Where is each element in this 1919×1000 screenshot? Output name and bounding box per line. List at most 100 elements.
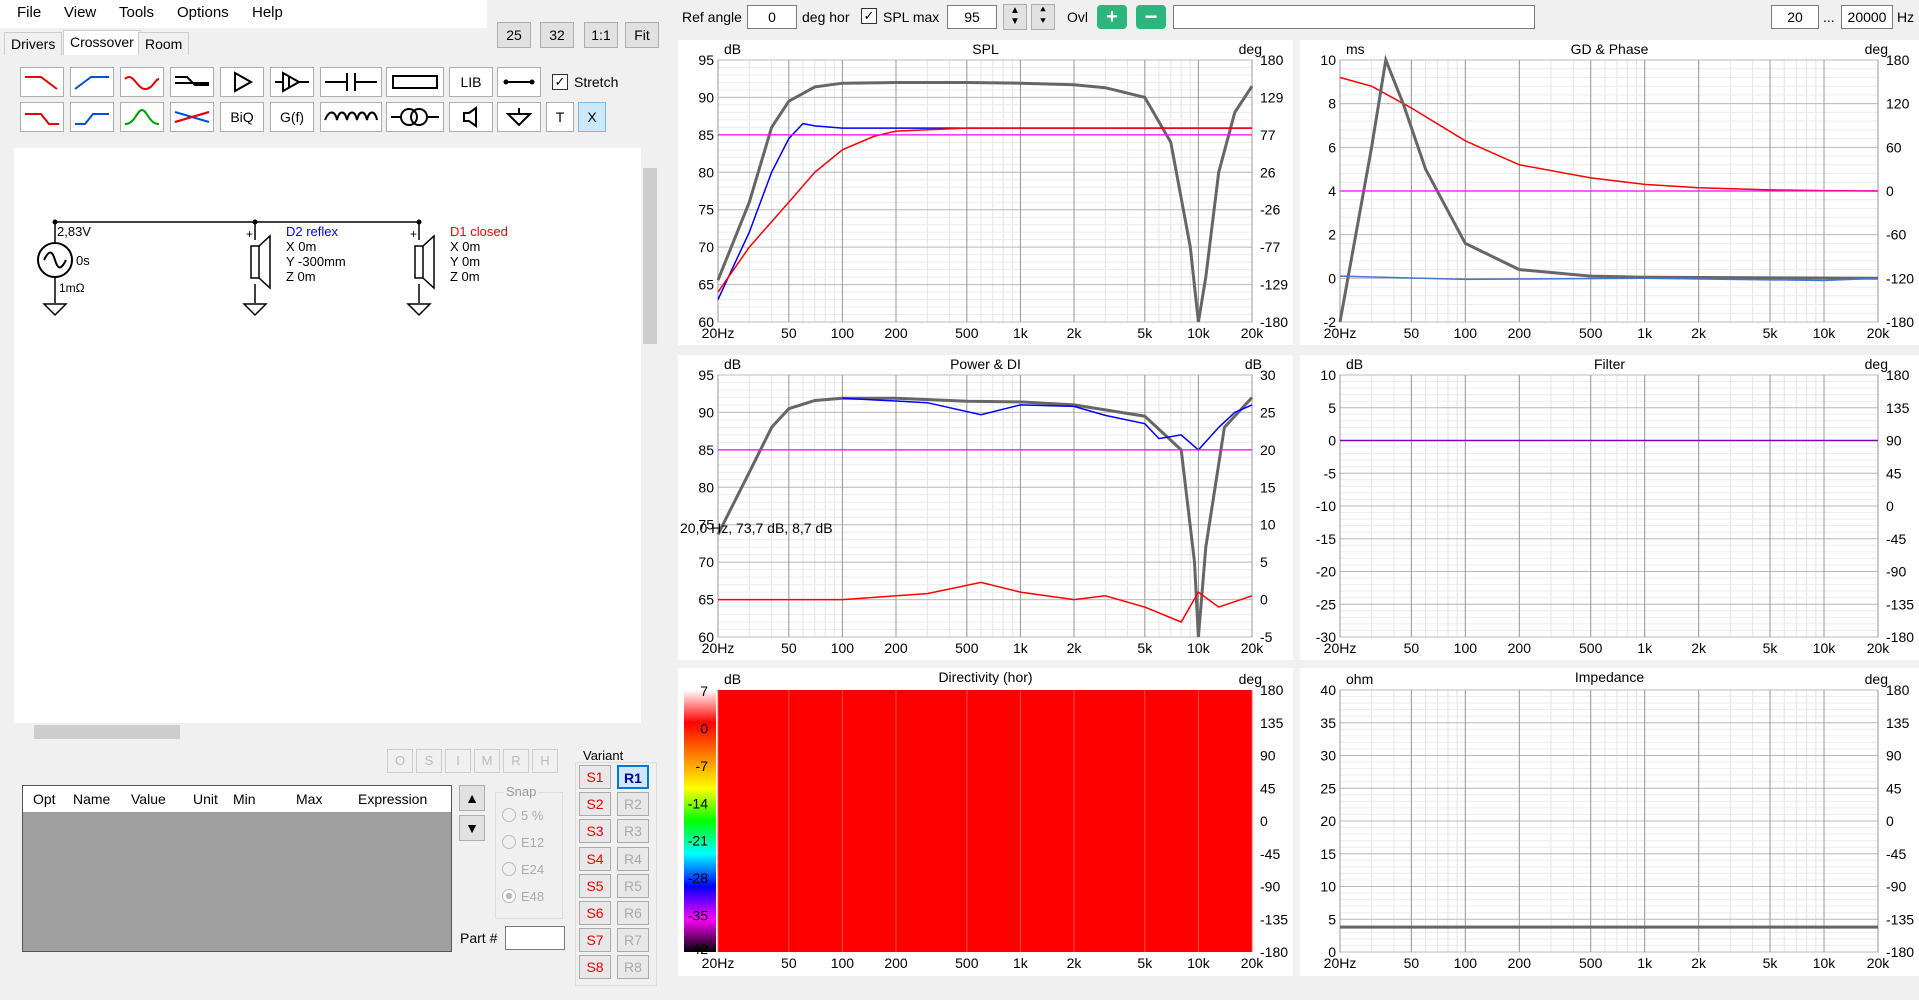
tab-crossover[interactable]: Crossover: [63, 30, 141, 55]
variant-r8[interactable]: R8: [617, 955, 649, 979]
spl-stepper-icon[interactable]: ▲ ▼: [1003, 4, 1027, 30]
variant-s6[interactable]: S6: [579, 901, 611, 925]
spl-max-checkbox[interactable]: ✓: [861, 8, 877, 24]
opt-h-button[interactable]: H: [532, 749, 558, 773]
spl-range-icon[interactable]: ⯅ ⯆: [1031, 4, 1055, 30]
opt-i-button[interactable]: I: [445, 749, 471, 773]
snap-option-e48[interactable]: E48: [502, 889, 544, 904]
add-overlay-icon[interactable]: +: [1097, 5, 1127, 29]
vertical-scrollbar[interactable]: [641, 148, 659, 723]
opt-s-button[interactable]: S: [416, 749, 442, 773]
highpass-1-icon[interactable]: [70, 67, 114, 97]
menu-tools[interactable]: Tools: [119, 4, 154, 21]
part-label: Part #: [460, 930, 498, 946]
capacitor-icon[interactable]: [320, 67, 382, 97]
variant-r1[interactable]: R1: [617, 765, 649, 789]
freq-max-input[interactable]: 20000: [1841, 5, 1893, 29]
notch-icon[interactable]: [120, 67, 164, 97]
col-unit[interactable]: Unit: [193, 786, 218, 812]
menu-view[interactable]: View: [64, 4, 96, 21]
spl-max-input[interactable]: 95: [947, 5, 997, 29]
variant-r4[interactable]: R4: [617, 847, 649, 871]
stretch-checkbox[interactable]: ✓: [552, 74, 568, 90]
variant-s1[interactable]: S1: [579, 765, 611, 789]
fit-button[interactable]: Fit: [625, 22, 659, 48]
variant-s2[interactable]: S2: [579, 792, 611, 816]
snap-option-label: E24: [521, 862, 545, 877]
variant-r3[interactable]: R3: [617, 819, 649, 843]
radio-icon: [502, 835, 516, 849]
tab-room[interactable]: Room: [138, 32, 190, 55]
variant-s3[interactable]: S3: [579, 819, 611, 843]
optimization-table[interactable]: Opt Name Value Unit Min Max Expression: [22, 785, 452, 952]
directivity-chart-panel: [678, 668, 1293, 976]
menu-help[interactable]: Help: [252, 4, 283, 21]
col-min[interactable]: Min: [233, 786, 256, 812]
opt-r-button[interactable]: R: [503, 749, 529, 773]
ground-icon[interactable]: [497, 102, 541, 132]
cross-button[interactable]: X: [578, 102, 606, 132]
snap-option-5[interactable]: 5 %: [502, 808, 543, 823]
shelf-icon[interactable]: [170, 67, 214, 97]
tab-drivers[interactable]: Drivers: [4, 32, 63, 55]
part-input[interactable]: [505, 926, 565, 950]
amplifier-icon[interactable]: [220, 67, 264, 97]
zoom-1-1-button[interactable]: 1:1: [584, 22, 618, 48]
move-up-button[interactable]: ▲: [459, 785, 485, 811]
wire-icon[interactable]: [497, 67, 541, 97]
remove-overlay-icon[interactable]: −: [1136, 5, 1166, 29]
allpass-icon[interactable]: [170, 102, 214, 132]
col-opt[interactable]: Opt: [33, 786, 56, 812]
arrow-down-icon: ▼: [465, 820, 479, 836]
horizontal-scrollbar[interactable]: [14, 723, 641, 741]
d2-name[interactable]: D2 reflex: [286, 224, 338, 239]
variant-r6[interactable]: R6: [617, 901, 649, 925]
lowpass-1-icon[interactable]: [20, 67, 64, 97]
lowpass-2-icon[interactable]: [20, 102, 64, 132]
resistor-icon[interactable]: [386, 67, 444, 97]
d1-name[interactable]: D1 closed: [450, 224, 508, 239]
bandpass-icon[interactable]: [120, 102, 164, 132]
variant-s7[interactable]: S7: [579, 928, 611, 952]
zoom-25-button[interactable]: 25: [497, 22, 531, 48]
speaker-icon[interactable]: [449, 102, 493, 132]
snap-option-e24[interactable]: E24: [502, 862, 544, 877]
snap-option-label: E12: [521, 835, 545, 850]
col-name[interactable]: Name: [73, 786, 110, 812]
variant-r7[interactable]: R7: [617, 928, 649, 952]
col-max[interactable]: Max: [296, 786, 322, 812]
zoom-32-button[interactable]: 32: [540, 22, 574, 48]
transformer-icon[interactable]: [386, 102, 444, 132]
variant-s8[interactable]: S8: [579, 955, 611, 979]
variant-s5[interactable]: S5: [579, 874, 611, 898]
menu-file[interactable]: File: [17, 4, 41, 21]
col-value[interactable]: Value: [131, 786, 166, 812]
freq-min-input[interactable]: 20: [1771, 5, 1819, 29]
biquad-button[interactable]: BiQ: [220, 102, 264, 132]
highpass-2-icon[interactable]: [70, 102, 114, 132]
snap-option-e12[interactable]: E12: [502, 835, 544, 850]
overlay-field[interactable]: [1173, 5, 1535, 29]
library-button[interactable]: LIB: [449, 67, 493, 97]
gd-phase-chart-panel: [1300, 40, 1919, 345]
horizontal-scroll-thumb[interactable]: [34, 725, 180, 739]
col-expression[interactable]: Expression: [358, 786, 427, 812]
text-button[interactable]: T: [546, 102, 574, 132]
menu-bar: File View Tools Options Help: [0, 0, 487, 28]
variant-r2[interactable]: R2: [617, 792, 649, 816]
inductor-icon[interactable]: [320, 102, 382, 132]
opt-m-button[interactable]: M: [474, 749, 500, 773]
variant-r5[interactable]: R5: [617, 874, 649, 898]
gf-button[interactable]: G(f): [270, 102, 314, 132]
radio-icon: [502, 862, 516, 876]
ref-angle-input[interactable]: 0: [747, 5, 797, 29]
snap-label: Snap: [504, 784, 539, 799]
schematic-canvas[interactable]: + + 2,83V 0s 1mΩ D2 reflex X 0m Y -300mm…: [14, 148, 641, 723]
move-down-button[interactable]: ▼: [459, 815, 485, 841]
vertical-scroll-thumb[interactable]: [643, 168, 657, 344]
menu-options[interactable]: Options: [177, 4, 229, 21]
power-di-chart-panel: [678, 355, 1293, 660]
opt-o-button[interactable]: O: [387, 749, 413, 773]
variant-s4[interactable]: S4: [579, 847, 611, 871]
buffer-icon[interactable]: [270, 67, 314, 97]
